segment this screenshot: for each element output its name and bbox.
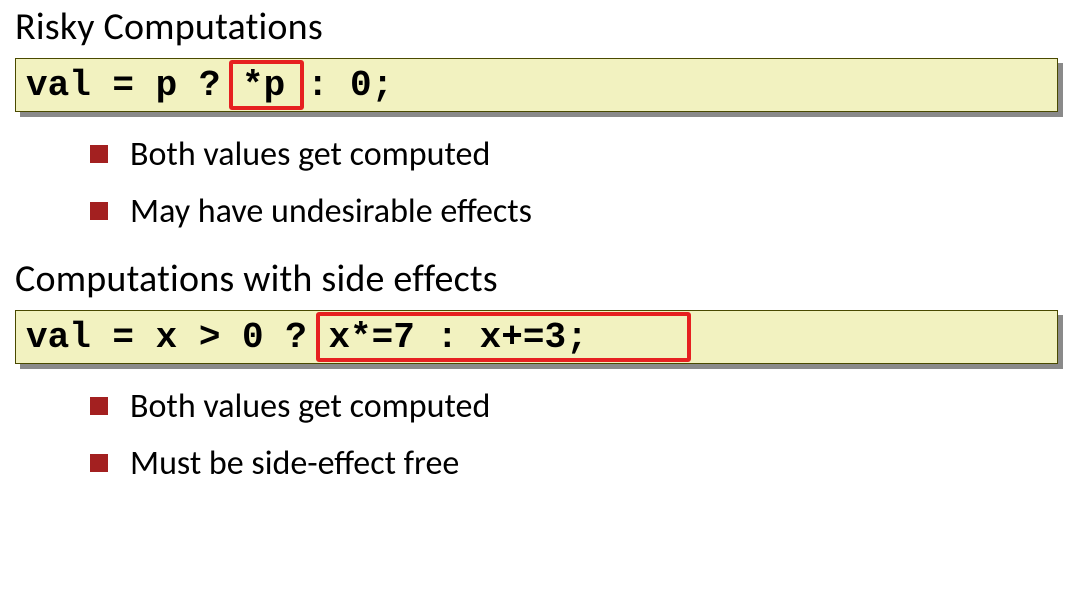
square-bullet-icon xyxy=(90,202,108,220)
list-item: Must be side-effect free xyxy=(90,443,1058,484)
section-heading-risky: Risky Computations xyxy=(15,4,1058,50)
square-bullet-icon xyxy=(90,454,108,472)
square-bullet-icon xyxy=(90,145,108,163)
code-line-2: val = x > 0 ? x*=7 : x+=3; xyxy=(26,319,1047,357)
bullet-text: Must be side-effect free xyxy=(130,443,459,484)
code-box-2: val = x > 0 ? x*=7 : x+=3; xyxy=(15,310,1058,364)
bullet-text: Both values get computed xyxy=(130,134,490,175)
code-box-2-wrap: val = x > 0 ? x*=7 : x+=3; xyxy=(15,310,1058,364)
section-heading-side-effects: Computations with side effects xyxy=(15,256,1058,302)
square-bullet-icon xyxy=(90,397,108,415)
list-item: Both values get computed xyxy=(90,386,1058,427)
code-box-1: val = p ? *p : 0; xyxy=(15,58,1058,112)
bullets-section-1: Both values get computed May have undesi… xyxy=(90,134,1058,232)
list-item: May have undesirable effects xyxy=(90,191,1058,232)
bullet-text: May have undesirable effects xyxy=(130,191,532,232)
bullet-text: Both values get computed xyxy=(130,386,490,427)
code-box-1-wrap: val = p ? *p : 0; xyxy=(15,58,1058,112)
code-line-1: val = p ? *p : 0; xyxy=(26,67,1047,105)
bullets-section-2: Both values get computed Must be side-ef… xyxy=(90,386,1058,484)
list-item: Both values get computed xyxy=(90,134,1058,175)
